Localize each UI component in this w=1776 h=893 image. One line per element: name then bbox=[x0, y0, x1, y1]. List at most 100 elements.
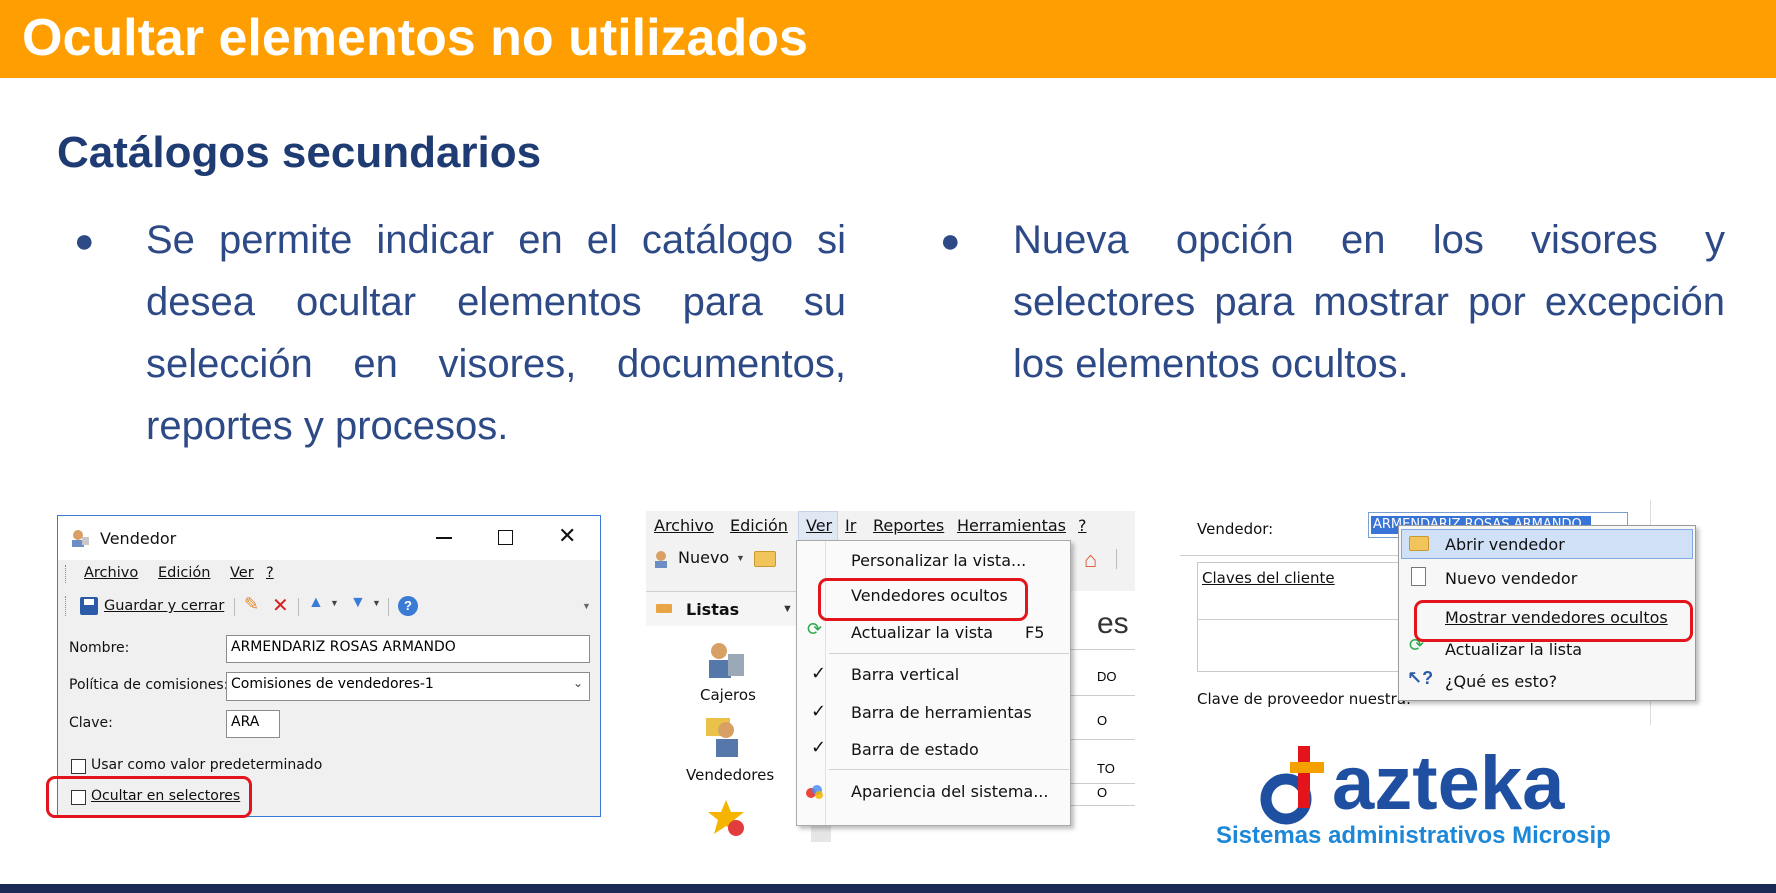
dropdown-arrow-icon[interactable]: ▼ bbox=[782, 603, 793, 615]
menu-item-barra-estado[interactable]: Barra de estado bbox=[851, 740, 979, 759]
politica-label: Política de comisiones: bbox=[69, 677, 229, 693]
checkmark-icon: ✓ bbox=[811, 737, 827, 757]
minimize-icon[interactable] bbox=[436, 537, 452, 539]
politica-select[interactable]: Comisiones de vendedores-1 ⌄ bbox=[226, 672, 590, 701]
bullet-left-text: Se permite indicar en el catálogo si des… bbox=[146, 218, 846, 448]
nav-cajeros[interactable]: Cajeros bbox=[700, 686, 756, 704]
ctx-actualizar-lista[interactable]: Actualizar la lista bbox=[1445, 640, 1582, 659]
menu-ver[interactable]: Ver bbox=[806, 516, 832, 535]
toolbar-separator bbox=[1116, 549, 1117, 569]
vendors-icon bbox=[704, 714, 746, 758]
bullet-dot-left: ● bbox=[74, 222, 95, 260]
toolbar-separator bbox=[234, 598, 235, 616]
toolbar: Guardar y cerrar ✎ ✕ ▲ ▼ ▼ ▼ ? ▼ bbox=[58, 590, 600, 622]
toolbar-overflow-icon[interactable]: ▼ bbox=[582, 601, 591, 611]
slide-subtitle: Catálogos secundarios bbox=[57, 128, 542, 177]
dropdown-arrow-icon[interactable]: ▼ bbox=[372, 598, 381, 608]
window-titlebar: Vendedor ✕ bbox=[58, 516, 600, 560]
checkmark-icon: ✓ bbox=[811, 663, 827, 683]
dropdown-arrow-icon[interactable]: ▼ bbox=[330, 598, 339, 608]
menu-ir[interactable]: Ir bbox=[845, 516, 856, 535]
menu-help[interactable]: ? bbox=[266, 565, 274, 581]
highlight-vendedores-ocultos bbox=[818, 578, 1028, 621]
menu-archivo[interactable]: Archivo bbox=[654, 516, 714, 535]
refresh-icon: ⟳ bbox=[807, 619, 823, 639]
content-fragment: O bbox=[1097, 785, 1108, 800]
menu-item-personalizar[interactable]: Personalizar la vista... bbox=[851, 551, 1026, 570]
logo-letters: azteka bbox=[1332, 741, 1565, 826]
nav-panel: Listas ▼ Cajeros Vendedores bbox=[646, 591, 811, 842]
content-fragment: TO bbox=[1097, 761, 1115, 776]
menu-item-actualizar[interactable]: Actualizar la vista bbox=[851, 623, 993, 642]
dazteka-logo: dazteka azteka Sistemas administrativos … bbox=[1216, 734, 1636, 854]
grip bbox=[65, 565, 67, 583]
home-icon[interactable]: ⌂ bbox=[1084, 547, 1097, 573]
clave-label: Clave: bbox=[69, 715, 113, 731]
vendor-app-icon bbox=[70, 528, 90, 548]
content-fragment: O bbox=[1097, 713, 1108, 728]
listas-label[interactable]: Listas bbox=[686, 600, 739, 619]
claves-list[interactable]: Claves del cliente bbox=[1197, 562, 1421, 672]
menu-item-barra-vertical[interactable]: Barra vertical bbox=[851, 665, 959, 684]
usar-default-label: Usar como valor predeterminado bbox=[91, 757, 323, 773]
checkmark-icon: ✓ bbox=[811, 701, 827, 721]
grip bbox=[65, 596, 67, 616]
whats-this-icon: ↖? bbox=[1407, 668, 1434, 688]
new-document-icon bbox=[1411, 567, 1426, 586]
vendedor-label: Vendedor: bbox=[1197, 520, 1274, 538]
clave-proveedor-label: Clave de proveedor nuestra: bbox=[1197, 690, 1412, 708]
menu-item-barra-herramientas[interactable]: Barra de herramientas bbox=[851, 703, 1032, 722]
highlight-mostrar-ocultos bbox=[1414, 600, 1693, 642]
menu-item-apariencia[interactable]: Apariencia del sistema... bbox=[851, 782, 1048, 801]
up-arrow-icon[interactable]: ▲ bbox=[308, 594, 324, 612]
ver-menu-window: Archivo Edición Ver Ir Reportes Herramie… bbox=[646, 511, 1135, 842]
ctx-que-es-esto[interactable]: ¿Qué es esto? bbox=[1445, 672, 1557, 691]
claves-label: Claves del cliente bbox=[1202, 569, 1335, 587]
toolbar-separator bbox=[388, 598, 389, 616]
menu-ver[interactable]: Ver bbox=[230, 565, 254, 581]
delete-icon[interactable]: ✕ bbox=[272, 593, 289, 618]
chevron-down-icon: ⌄ bbox=[572, 676, 583, 690]
ctx-nuevo-vendedor[interactable]: Nuevo vendedor bbox=[1445, 569, 1577, 588]
menubar: Archivo Edición Ver ? bbox=[58, 560, 600, 590]
content-fragment: DO bbox=[1097, 669, 1117, 684]
cashier-icon bbox=[704, 640, 746, 680]
bullet-dot-right: ● bbox=[940, 222, 961, 260]
ctx-abrir-vendedor[interactable]: Abrir vendedor bbox=[1445, 535, 1565, 554]
folder-icon[interactable] bbox=[754, 551, 776, 567]
clave-field[interactable]: ARA bbox=[226, 710, 280, 738]
new-icon bbox=[652, 549, 672, 569]
menu-separator bbox=[829, 769, 1069, 770]
menu-help[interactable]: ? bbox=[1078, 516, 1087, 535]
menubar: Archivo Edición Ver Ir Reportes Herramie… bbox=[646, 511, 1135, 541]
politica-value: Comisiones de vendedores-1 bbox=[231, 676, 434, 692]
nombre-label: Nombre: bbox=[69, 640, 130, 656]
menu-edicion[interactable]: Edición bbox=[158, 565, 210, 581]
menu-edicion[interactable]: Edición bbox=[730, 516, 788, 535]
maximize-icon[interactable] bbox=[498, 530, 513, 545]
menu-archivo[interactable]: Archivo bbox=[84, 565, 138, 581]
help-icon[interactable]: ? bbox=[398, 596, 418, 616]
menu-herramientas[interactable]: Herramientas bbox=[957, 516, 1066, 535]
window-title: Vendedor bbox=[100, 529, 177, 548]
save-close-button[interactable]: Guardar y cerrar bbox=[104, 598, 224, 614]
nuevo-button[interactable]: Nuevo bbox=[678, 548, 729, 567]
vendedor-window: Vendedor ✕ Archivo Edición Ver ? Guardar… bbox=[57, 515, 601, 817]
dropdown-arrow-icon[interactable]: ▼ bbox=[736, 553, 745, 563]
highlight-ocultar bbox=[46, 776, 252, 818]
list-icon bbox=[656, 604, 672, 613]
edit-pencil-icon[interactable]: ✎ bbox=[244, 594, 259, 615]
toolbar-separator bbox=[298, 598, 299, 616]
menu-reportes[interactable]: Reportes bbox=[873, 516, 944, 535]
down-arrow-icon[interactable]: ▼ bbox=[350, 594, 366, 612]
nombre-field[interactable]: ARMENDARIZ ROSAS ARMANDO bbox=[226, 635, 590, 663]
nav-vendedores[interactable]: Vendedores bbox=[686, 766, 774, 784]
shortcut-f5: F5 bbox=[1025, 623, 1045, 642]
slide-title: Ocultar elementos no utilizados bbox=[22, 9, 808, 67]
save-icon bbox=[80, 597, 98, 615]
palette-icon bbox=[805, 784, 825, 800]
row-line bbox=[1198, 619, 1420, 620]
usar-default-checkbox[interactable] bbox=[71, 759, 86, 774]
close-icon[interactable]: ✕ bbox=[558, 524, 576, 549]
promo-icon bbox=[706, 798, 746, 838]
